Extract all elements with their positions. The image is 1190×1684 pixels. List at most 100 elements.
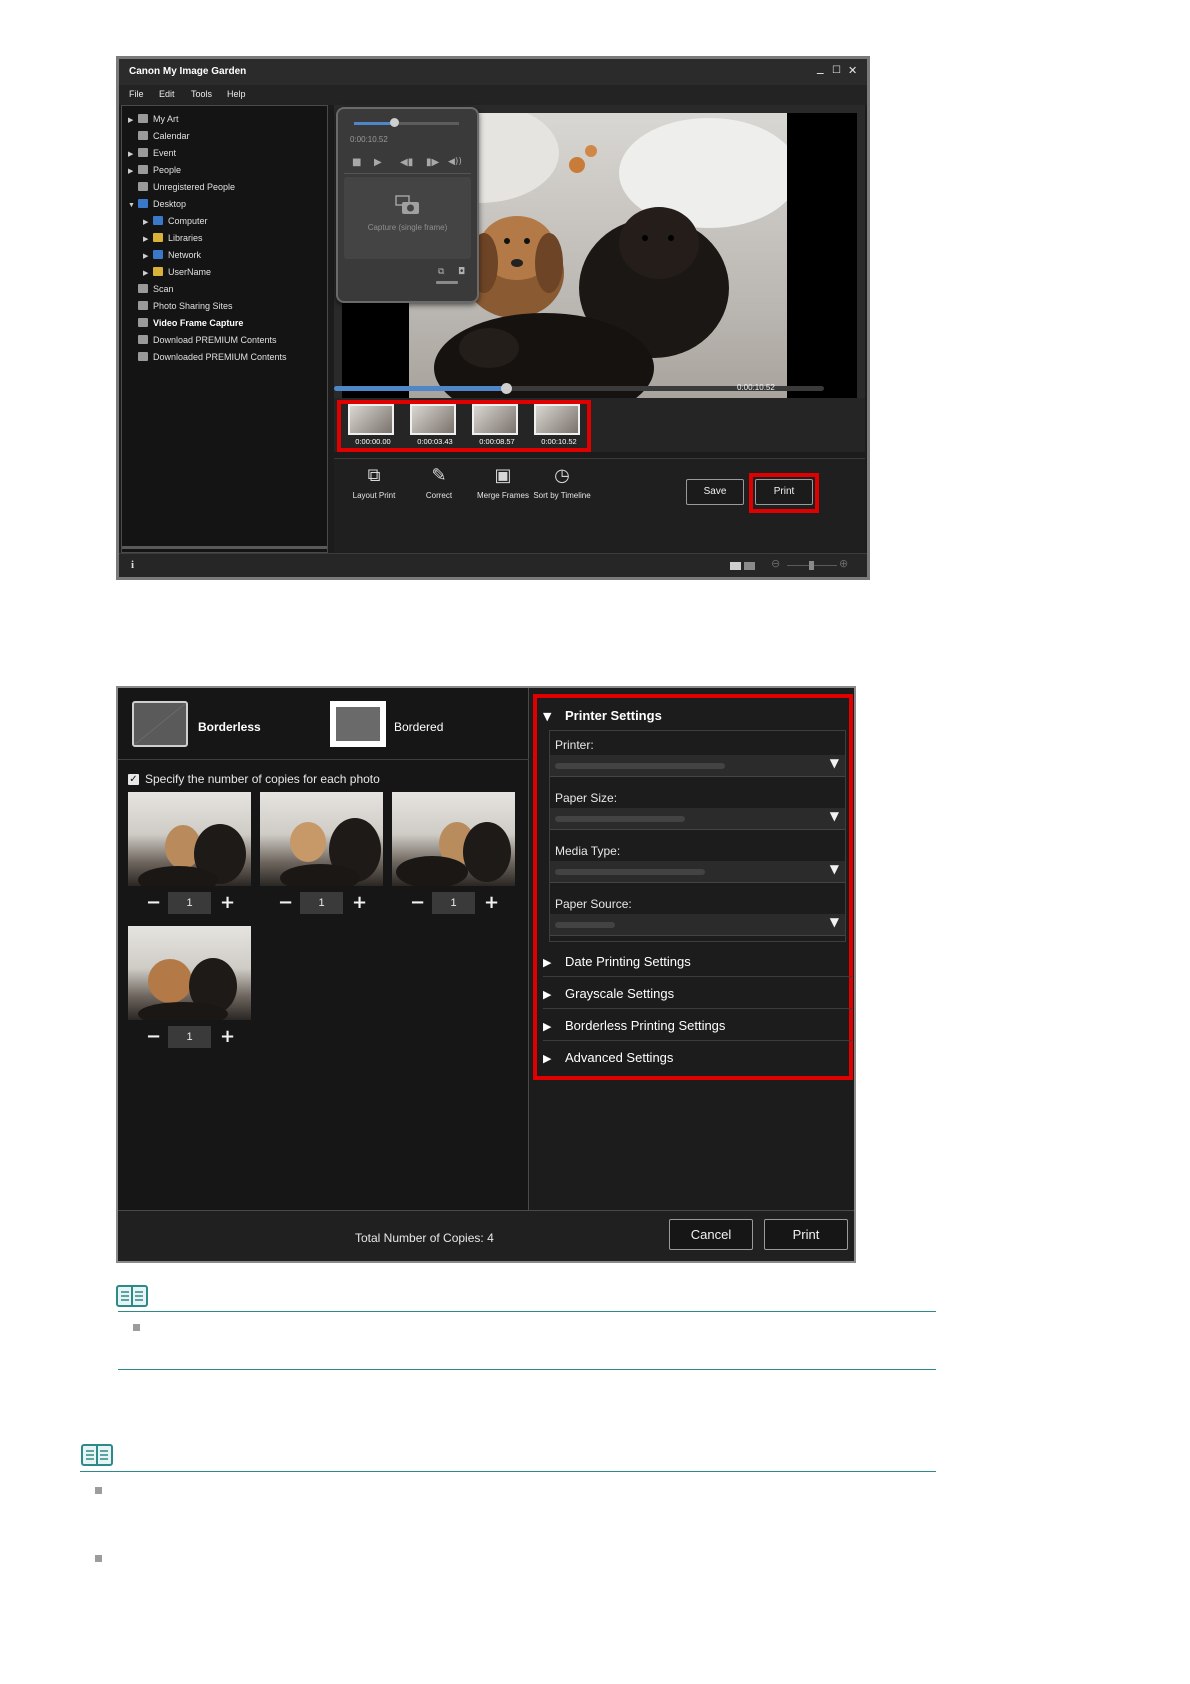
- bordered-layout-option[interactable]: [330, 701, 386, 747]
- decrease-copies-button[interactable]: −: [278, 892, 293, 914]
- expand-arrow-icon[interactable]: ▶: [143, 248, 153, 265]
- zoom-in-icon[interactable]: ⊕: [839, 557, 848, 570]
- sidebar-item[interactable]: ▶ Event: [128, 145, 323, 162]
- paper-source-select[interactable]: ▼: [550, 914, 845, 936]
- sidebar-item[interactable]: ▼ Desktop: [128, 196, 323, 213]
- view-mode-small-icon[interactable]: [744, 562, 755, 570]
- printer-select[interactable]: ▼: [550, 755, 845, 777]
- desktop-icon: [138, 199, 148, 208]
- camera-icon: [395, 195, 419, 214]
- sidebar-item[interactable]: ▶ Libraries: [128, 230, 323, 247]
- menu-edit[interactable]: Edit: [159, 89, 175, 99]
- decrease-copies-button[interactable]: −: [410, 892, 425, 914]
- capture-mode-multi-icon[interactable]: ◘: [458, 267, 465, 277]
- previous-frame-icon[interactable]: ◀▮: [400, 157, 413, 168]
- save-button[interactable]: Save: [686, 479, 744, 505]
- playback-time: 0:00:10.52: [737, 383, 775, 392]
- window-title: Canon My Image Garden: [129, 66, 247, 77]
- expand-arrow-icon[interactable]: ▶: [128, 163, 138, 180]
- info-icon[interactable]: i: [131, 559, 134, 571]
- paper-size-select[interactable]: ▼: [550, 808, 845, 830]
- zoom-out-icon[interactable]: ⊖: [771, 557, 780, 570]
- bordered-label[interactable]: Bordered: [394, 720, 443, 734]
- frame-thumbnail[interactable]: 0:00:08.57: [467, 404, 527, 446]
- sidebar-item[interactable]: ▶ UserName: [128, 264, 323, 281]
- frame-thumbnail[interactable]: 0:00:03.43: [405, 404, 465, 446]
- paper-size-label: Paper Size:: [555, 791, 618, 805]
- menu-help[interactable]: Help: [227, 89, 246, 99]
- capture-single-frame-button[interactable]: Capture (single frame): [344, 177, 471, 259]
- decrease-copies-button[interactable]: −: [146, 1026, 161, 1048]
- increase-copies-button[interactable]: +: [352, 892, 367, 914]
- note-book-icon: [116, 1285, 148, 1307]
- sidebar-item[interactable]: Downloaded PREMIUM Contents: [128, 349, 323, 366]
- borderless-printing-settings-section[interactable]: ▶ Borderless Printing Settings: [543, 1010, 852, 1041]
- sidebar-item[interactable]: ▶ Computer: [128, 213, 323, 230]
- copies-value[interactable]: 1: [168, 1026, 211, 1048]
- popup-divider: [344, 173, 471, 174]
- increase-copies-button[interactable]: +: [220, 892, 235, 914]
- decrease-copies-button[interactable]: −: [146, 892, 161, 914]
- photo-thumbnail[interactable]: [128, 926, 251, 1020]
- close-icon[interactable]: ✕: [848, 64, 857, 78]
- minimize-icon[interactable]: _: [817, 61, 824, 75]
- sidebar-item[interactable]: Photo Sharing Sites: [128, 298, 323, 315]
- photo-thumbnail[interactable]: [260, 792, 383, 886]
- layout-print-button[interactable]: ⧉ Layout Print: [339, 465, 409, 500]
- grayscale-settings-section[interactable]: ▶ Grayscale Settings: [543, 978, 852, 1009]
- sidebar-item[interactable]: Unregistered People: [128, 179, 323, 196]
- volume-icon[interactable]: ◀)): [448, 157, 462, 167]
- menu-tools[interactable]: Tools: [191, 89, 212, 99]
- cancel-button[interactable]: Cancel: [669, 1219, 753, 1250]
- frame-thumbnail[interactable]: 0:00:00.00: [343, 404, 403, 446]
- maximize-icon[interactable]: ☐: [832, 64, 841, 78]
- collapse-arrow-icon[interactable]: ▼: [128, 197, 138, 214]
- printer-settings-header[interactable]: ▼ Printer Settings: [543, 708, 662, 723]
- capture-slider-track[interactable]: [354, 118, 459, 127]
- seekbar-handle[interactable]: [500, 383, 512, 394]
- sidebar-item[interactable]: Download PREMIUM Contents: [128, 332, 323, 349]
- frame-thumbnail[interactable]: 0:00:10.52: [529, 404, 589, 446]
- print-dialog-footer: Total Number of Copies: 4 Cancel Print: [118, 1210, 854, 1261]
- borderless-layout-option[interactable]: [132, 701, 188, 747]
- media-type-select[interactable]: ▼: [550, 861, 845, 883]
- date-printing-settings-section[interactable]: ▶ Date Printing Settings: [543, 946, 852, 977]
- advanced-settings-section[interactable]: ▶ Advanced Settings: [543, 1042, 852, 1073]
- capture-mode-single-icon[interactable]: ⧉: [438, 267, 444, 277]
- copies-value[interactable]: 1: [300, 892, 343, 914]
- sidebar-item[interactable]: Video Frame Capture: [128, 315, 323, 332]
- play-icon[interactable]: ▶: [374, 157, 382, 168]
- sidebar-item[interactable]: ▶ People: [128, 162, 323, 179]
- print-button[interactable]: Print: [755, 479, 813, 505]
- stop-icon[interactable]: ■: [352, 157, 361, 168]
- menu-file[interactable]: File: [129, 89, 144, 99]
- sidebar-item[interactable]: ▶ My Art: [128, 111, 323, 128]
- expand-arrow-icon[interactable]: ▶: [143, 265, 153, 282]
- view-mode-large-icon[interactable]: [730, 562, 741, 570]
- printer-settings-highlight: ▼ Printer Settings Printer: ▼ Paper Size:…: [533, 694, 853, 1080]
- correct-button[interactable]: ✎ Correct: [404, 465, 474, 500]
- zoom-slider-handle[interactable]: [809, 561, 814, 570]
- increase-copies-button[interactable]: +: [484, 892, 499, 914]
- copies-value[interactable]: 1: [168, 892, 211, 914]
- next-frame-icon[interactable]: ▮▶: [426, 157, 439, 168]
- merge-frames-button[interactable]: ▣ Merge Frames: [468, 465, 538, 500]
- photo-thumbnail[interactable]: [392, 792, 515, 886]
- copies-value[interactable]: 1: [432, 892, 475, 914]
- borderless-label[interactable]: Borderless: [198, 720, 261, 734]
- sort-by-timeline-button[interactable]: ◷ Sort by Timeline: [532, 465, 592, 500]
- sidebar-item[interactable]: Scan: [128, 281, 323, 298]
- print-button[interactable]: Print: [764, 1219, 848, 1250]
- sidebar-item[interactable]: ▶ Network: [128, 247, 323, 264]
- expand-arrow-icon[interactable]: ▶: [128, 112, 138, 129]
- sidebar-scrollbar[interactable]: [122, 546, 327, 549]
- expand-arrow-icon[interactable]: ▶: [143, 231, 153, 248]
- capture-slider-handle[interactable]: [389, 118, 399, 127]
- copies-checkbox[interactable]: ✓: [128, 774, 139, 785]
- photo-thumbnail[interactable]: [128, 792, 251, 886]
- increase-copies-button[interactable]: +: [220, 1026, 235, 1048]
- dropdown-arrow-icon: ▼: [829, 809, 839, 823]
- expand-arrow-icon[interactable]: ▶: [143, 214, 153, 231]
- sidebar-item[interactable]: Calendar: [128, 128, 323, 145]
- expand-arrow-icon[interactable]: ▶: [128, 146, 138, 163]
